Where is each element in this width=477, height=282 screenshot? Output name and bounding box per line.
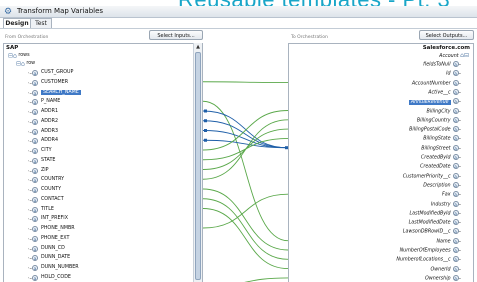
mapping-line[interactable] bbox=[202, 81, 289, 84]
mapping-anchor[interactable] bbox=[285, 146, 288, 150]
mapping-anchor[interactable] bbox=[204, 138, 207, 142]
mapping-anchor[interactable] bbox=[204, 119, 207, 123]
mapping-line[interactable] bbox=[202, 198, 289, 260]
mapping-anchor[interactable] bbox=[204, 129, 207, 132]
mapping-line[interactable] bbox=[202, 188, 289, 251]
mapping-line[interactable] bbox=[202, 193, 289, 229]
mapping-lines bbox=[202, 81, 289, 282]
mapping-line[interactable] bbox=[202, 208, 289, 270]
mapping-line[interactable] bbox=[203, 277, 289, 282]
mapping-line[interactable] bbox=[202, 110, 289, 149]
mapping-anchor[interactable] bbox=[204, 109, 207, 113]
